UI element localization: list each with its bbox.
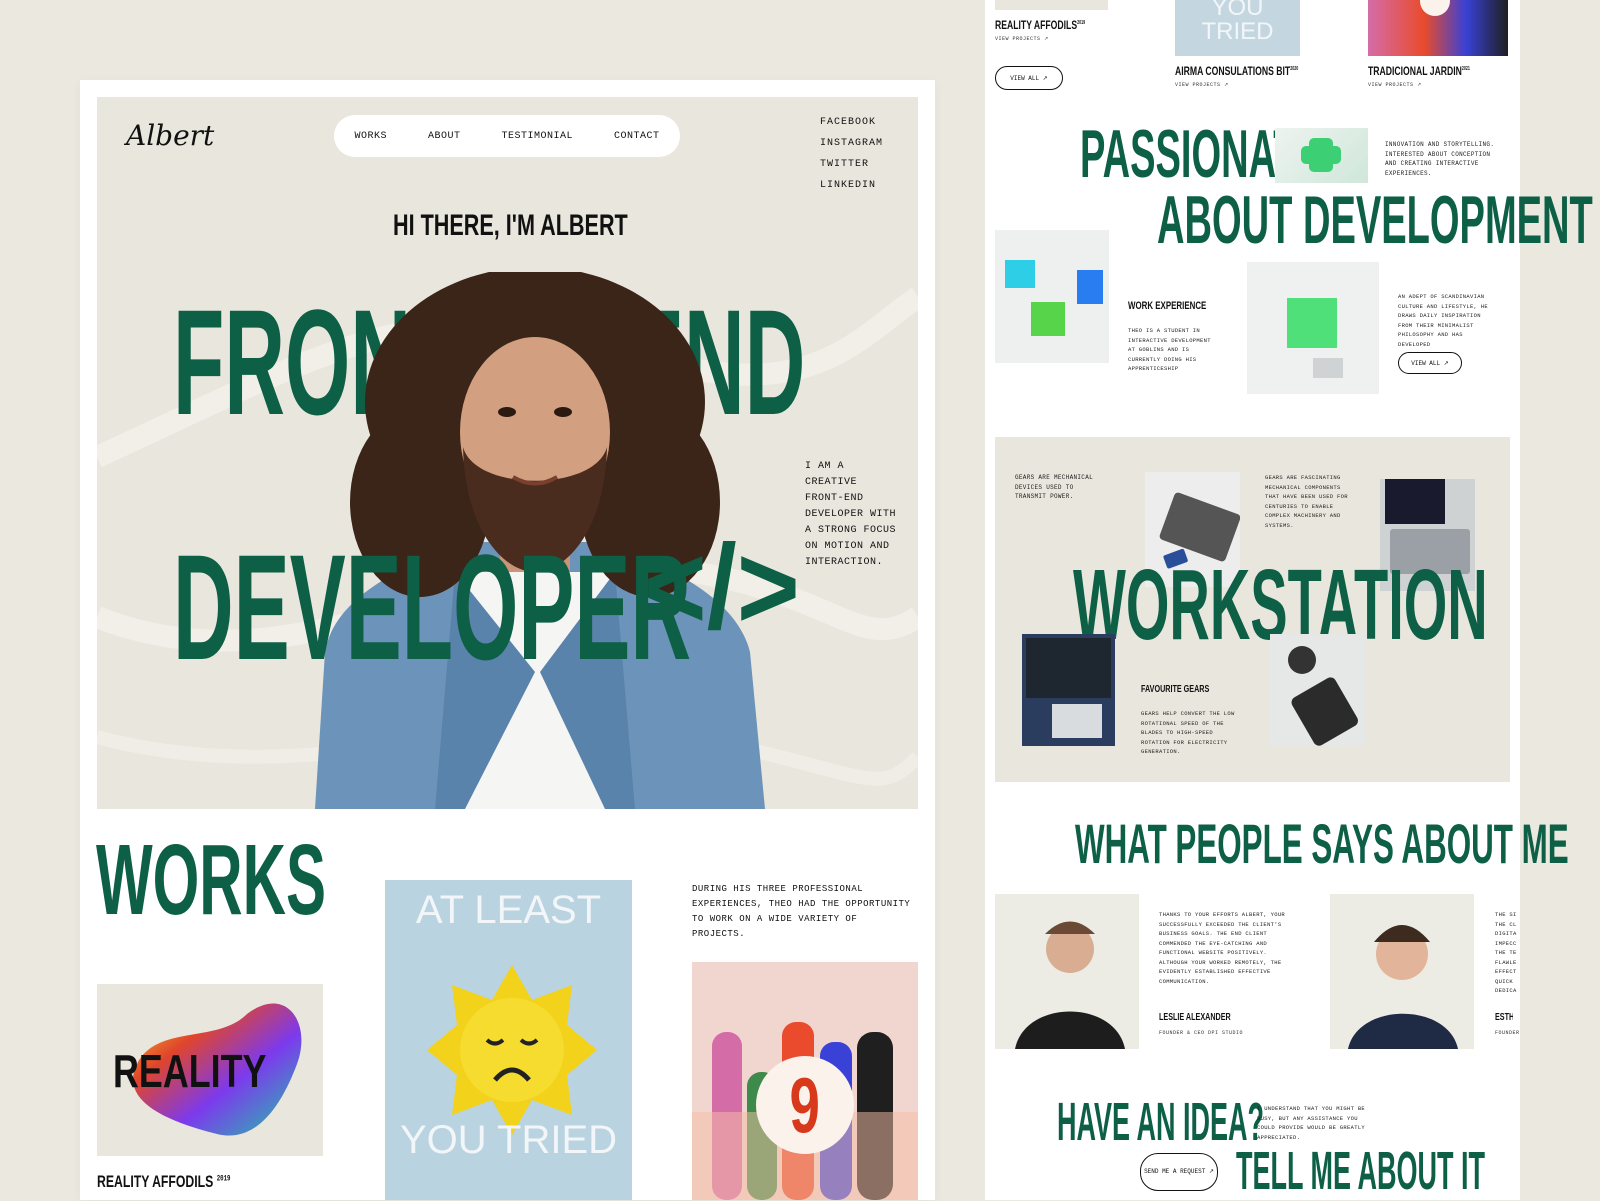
- badge-number: 9: [789, 1060, 821, 1149]
- reality-art-text: REALITY: [113, 1045, 267, 1097]
- watch-phone-photo: [1270, 634, 1365, 746]
- testimonials-heading: WHAT PEOPLE SAYS ABOUT ME: [1075, 812, 1569, 875]
- project-name[interactable]: AIRMA CONSULATIONS BIT2020: [1175, 64, 1298, 78]
- esther-portrait: [1330, 894, 1474, 1049]
- testimonial-name-partial: ESTHER: [1495, 1012, 1513, 1023]
- cubes-image: [995, 230, 1109, 363]
- gears-text: GEARS ARE MECHANICAL DEVICES USED TO TRA…: [1015, 474, 1094, 500]
- testimonial-name: LESLIE ALEXANDER: [1159, 1012, 1231, 1023]
- passion-heading-line2: ABOUT DEVELOPMENT: [1157, 182, 1593, 258]
- sad-sun-icon: [427, 965, 597, 1135]
- works-heading: WORKS: [96, 824, 326, 936]
- scandinavian-text: AN ADEPT OF SCANDINAVIAN CULTURE AND LIF…: [1398, 293, 1489, 348]
- work-experience-text: THEO IS A STUDENT IN INTERACTIVE DEVELOP…: [1128, 327, 1211, 372]
- cta-heading-line2: TELL ME ABOUT IT: [1236, 1141, 1485, 1201]
- nav-contact[interactable]: CONTACT: [614, 131, 660, 142]
- social-instagram[interactable]: INSTAGRAM: [820, 138, 883, 149]
- nav-about[interactable]: ABOUT: [428, 131, 461, 142]
- brand-logo[interactable]: Albert: [126, 119, 214, 152]
- project-image-at-least[interactable]: AT LEAST YOU TRIED: [385, 880, 632, 1200]
- thumb-reality-cut: [995, 0, 1108, 10]
- send-request-button[interactable]: SEND ME A REQUEST ↗: [1140, 1153, 1218, 1191]
- hero-word-developer: DEVELOPER: [173, 523, 692, 691]
- project-name: REALITY AFFODILS: [97, 1172, 214, 1191]
- cta-text: I UNDERSTAND THAT YOU MIGHT BE BUSY, BUT…: [1257, 1105, 1366, 1141]
- monitor-desk-photo: [1022, 634, 1115, 746]
- social-twitter[interactable]: TWITTER: [820, 159, 883, 170]
- leslie-portrait: [995, 894, 1139, 1049]
- badge-circle: [1420, 0, 1450, 16]
- project-caption-reality[interactable]: REALITY AFFODILS 2019: [97, 1172, 231, 1192]
- hero-intro: I AM A CREATIVE FRONT-END DEVELOPER WITH…: [805, 461, 897, 568]
- testimonial-quote: THANKS TO YOUR EFFORTS ALBERT, YOUR SUCC…: [1159, 911, 1286, 985]
- nav-testimonial[interactable]: TESTIMONIAL: [501, 131, 573, 142]
- project-name[interactable]: REALITY AFFODILS2019: [995, 18, 1085, 32]
- view-all-button[interactable]: VIEW ALL ↗: [1398, 352, 1462, 374]
- project-link[interactable]: VIEW PROJECTS ↗: [1368, 82, 1422, 88]
- social-links: FACEBOOK INSTAGRAM TWITTER LINKEDIN: [820, 117, 883, 201]
- favourite-gears-text: GEARS HELP CONVERT THE LOW ROTATIONAL SP…: [1141, 710, 1235, 755]
- work-experience-title: WORK EXPERIENCE: [1128, 300, 1207, 312]
- at-least-text: AT LEAST: [415, 888, 602, 932]
- testimonial-role-partial: FOUNDER: [1495, 1030, 1520, 1036]
- workstation-section: GEARS ARE MECHANICAL DEVICES USED TO TRA…: [995, 437, 1510, 782]
- landing-page-preview: Albert WORKS ABOUT TESTIMONIAL CONTACT F…: [80, 80, 935, 1200]
- passion-blurb: INNOVATION AND STORYTELLING. INTERESTED …: [1385, 141, 1495, 177]
- favourite-gears-title: FAVOURITE GEARS: [1141, 684, 1210, 695]
- gears-fascinating-text: GEARS ARE FASCINATING MECHANICAL COMPONE…: [1265, 474, 1348, 529]
- you-tried-art-text: YOU TRIED: [1201, 0, 1274, 45]
- project-link[interactable]: VIEW PROJECTS ↗: [995, 36, 1049, 42]
- project-image-nine[interactable]: 9: [692, 962, 918, 1200]
- view-all-button[interactable]: VIEW ALL ↗: [995, 66, 1063, 90]
- testimonial-role: FOUNDER & CEO DPI STUDIO: [1159, 1030, 1244, 1036]
- landing-page-continued: REALITY AFFODILS2019 VIEW PROJECTS ↗ VIE…: [985, 0, 1593, 1201]
- thumb-cylinders[interactable]: [1368, 0, 1508, 56]
- nav-works[interactable]: WORKS: [354, 131, 387, 142]
- testimonial-quote-partial: THE SI THE CL DIGITA IMPECC THE TE FLAWL…: [1495, 911, 1517, 994]
- main-nav: WORKS ABOUT TESTIMONIAL CONTACT: [334, 115, 680, 157]
- medical-cross-image: [1275, 128, 1368, 183]
- glowing-cube-image: [1247, 262, 1379, 394]
- hero-greeting: HI THERE, I'M ALBERT: [393, 209, 628, 242]
- project-link[interactable]: VIEW PROJECTS ↗: [1175, 82, 1229, 88]
- cta-heading-line1: HAVE AN IDEA?: [1057, 1092, 1265, 1152]
- thumb-you-tried[interactable]: YOU TRIED: [1175, 0, 1300, 56]
- works-description: DURING HIS THREE PROFESSIONAL EXPERIENCE…: [692, 884, 911, 939]
- project-name[interactable]: TRADICIONAL JARDIN2021: [1368, 64, 1470, 78]
- social-linkedin[interactable]: LINKEDIN: [820, 180, 883, 191]
- social-facebook[interactable]: FACEBOOK: [820, 117, 883, 128]
- code-symbol-icon: </>: [643, 520, 800, 654]
- number-badge: 9: [756, 1056, 854, 1154]
- hero-section: Albert WORKS ABOUT TESTIMONIAL CONTACT F…: [97, 97, 918, 809]
- project-image-reality[interactable]: REALITY: [97, 984, 323, 1156]
- you-tried-text: YOU TRIED: [399, 1118, 618, 1162]
- project-year: 2019: [216, 1174, 231, 1184]
